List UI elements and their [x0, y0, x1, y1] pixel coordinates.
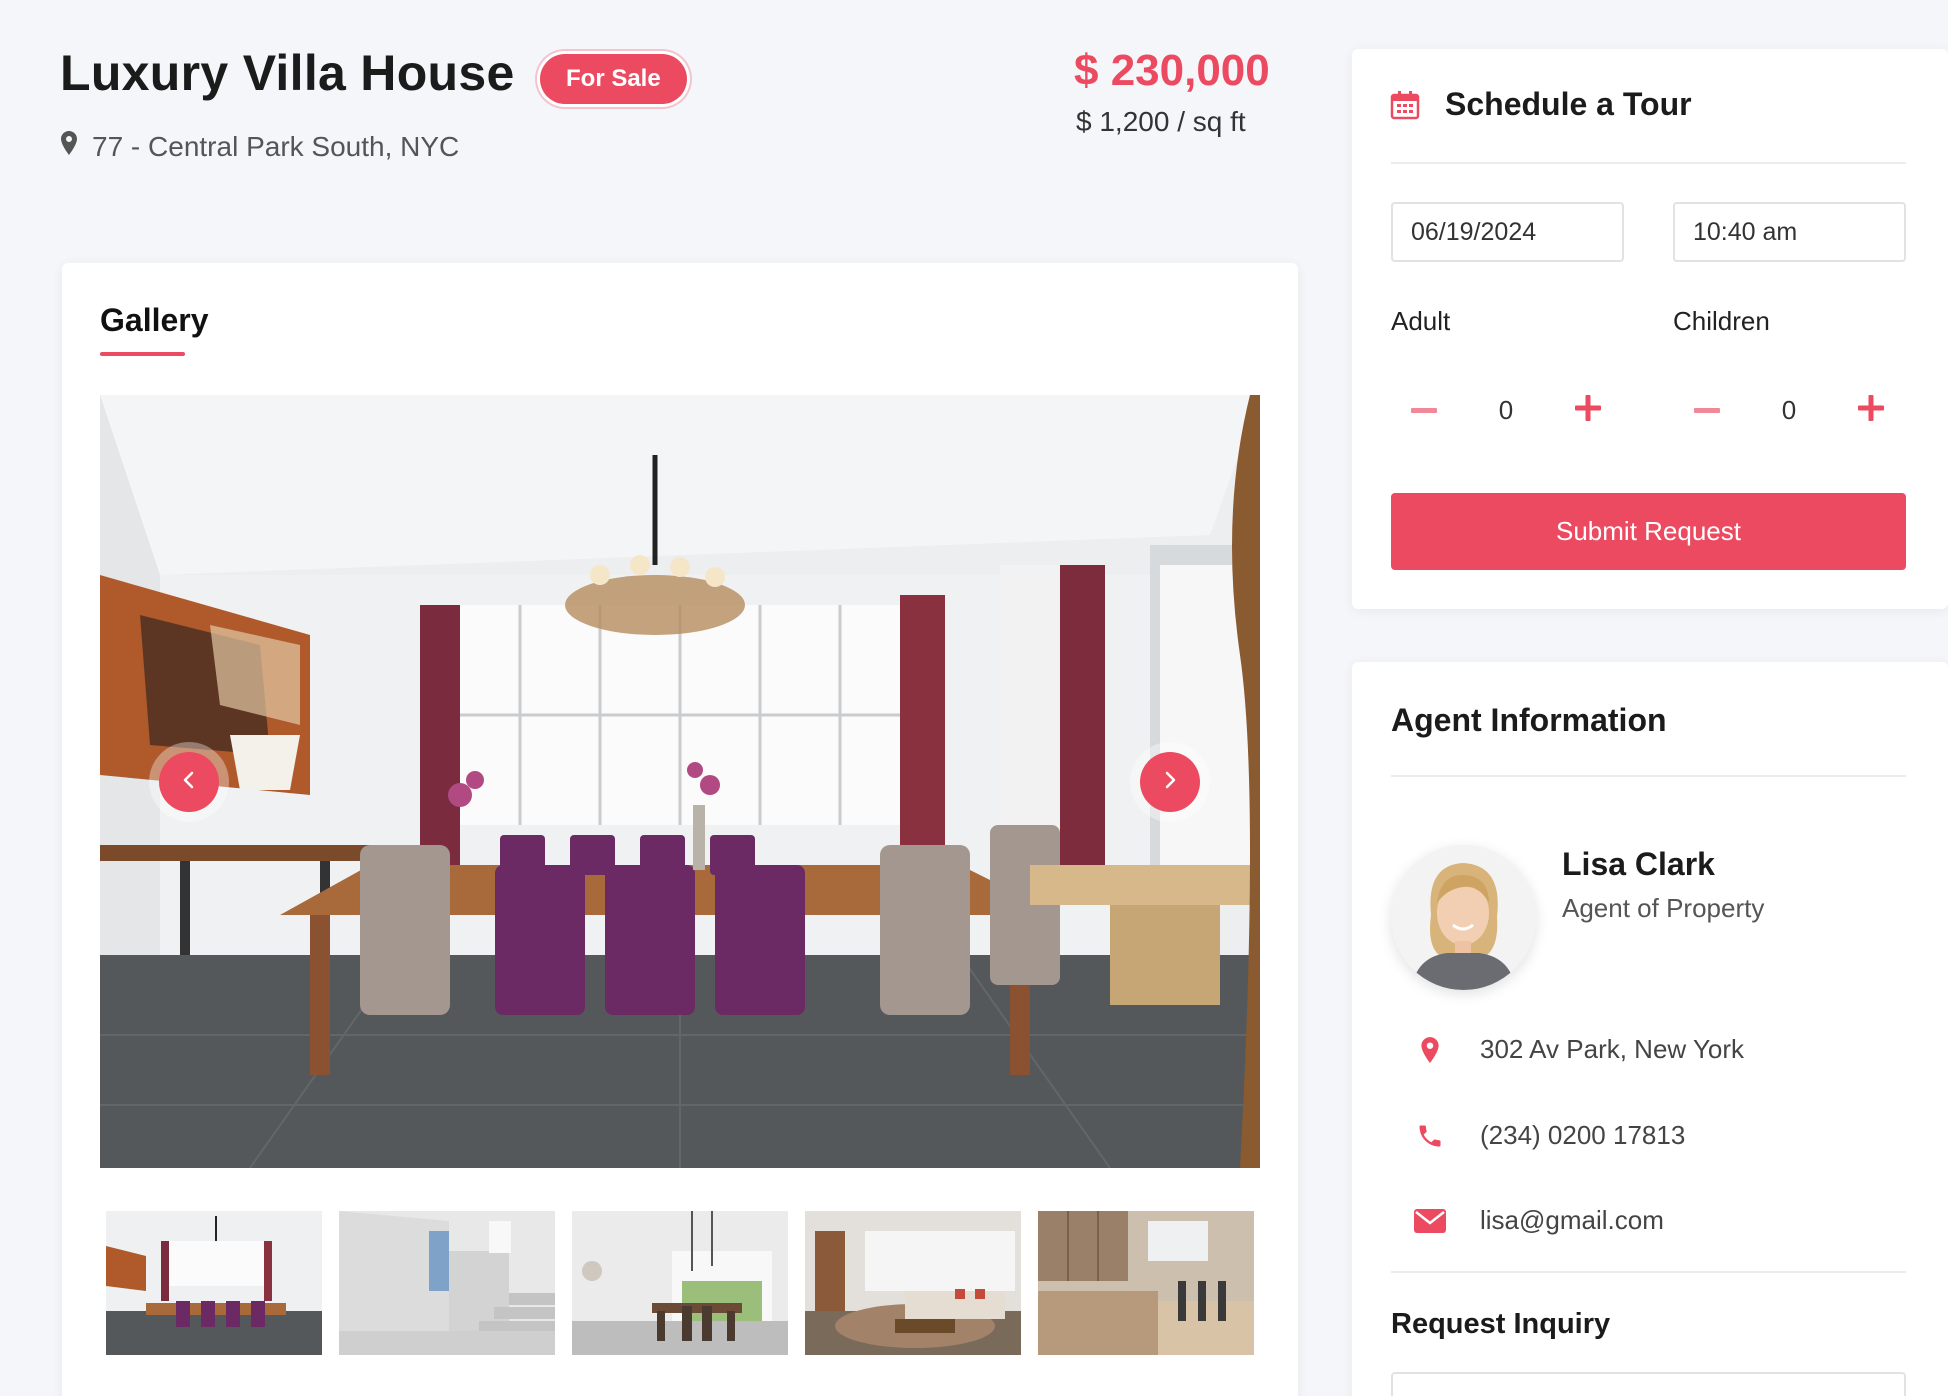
map-pin-icon: [60, 130, 78, 163]
minus-icon: [1411, 401, 1437, 419]
gallery-prev-button[interactable]: [159, 752, 219, 812]
children-decrement-button[interactable]: [1687, 390, 1727, 430]
adult-count: 0: [1498, 394, 1514, 425]
agent-phone[interactable]: (234) 0200 17813: [1480, 1120, 1685, 1151]
tour-date-input[interactable]: [1391, 202, 1624, 262]
minus-icon: [1694, 401, 1720, 419]
agent-bottom-divider: [1391, 1271, 1906, 1273]
agent-information-card: [1352, 662, 1948, 1396]
children-label: Children: [1673, 306, 1770, 336]
agent-role: Agent of Property: [1562, 893, 1765, 923]
property-address-text: 77 - Central Park South, NYC: [92, 130, 460, 162]
children-count: 0: [1781, 394, 1797, 425]
agent-email-row: lisa@gmail.com: [1408, 1205, 1664, 1236]
agent-address: 302 Av Park, New York: [1480, 1034, 1745, 1064]
inquiry-name-input[interactable]: [1391, 1372, 1906, 1396]
adult-increment-button[interactable]: [1568, 390, 1608, 430]
schedule-tour-title: Schedule a Tour: [1445, 86, 1692, 122]
agent-information-title: Agent Information: [1391, 702, 1667, 738]
agent-name: Lisa Clark: [1562, 846, 1715, 882]
agent-email[interactable]: lisa@gmail.com: [1480, 1205, 1664, 1236]
adult-stepper: 0: [1404, 390, 1608, 430]
adult-decrement-button[interactable]: [1404, 390, 1444, 430]
gallery-title: Gallery: [100, 302, 209, 338]
agent-avatar: [1391, 845, 1536, 990]
gallery-title-underline: [100, 352, 185, 356]
property-price: $ 230,000: [1074, 46, 1270, 95]
request-inquiry-title: Request Inquiry: [1391, 1308, 1611, 1340]
gallery-thumbnail-4[interactable]: [805, 1211, 1021, 1355]
property-title: Luxury Villa House: [60, 45, 515, 101]
gallery-thumbnail-2[interactable]: [339, 1211, 555, 1355]
price-per-sqft: $ 1,200 / sq ft: [1076, 106, 1246, 137]
adult-label: Adult: [1391, 306, 1451, 336]
phone-icon: [1408, 1122, 1452, 1150]
gallery-thumbnail-1[interactable]: [106, 1211, 322, 1355]
children-increment-button[interactable]: [1851, 390, 1891, 430]
envelope-icon: [1408, 1208, 1452, 1233]
gallery-next-button[interactable]: [1140, 752, 1200, 812]
plus-icon: [1858, 394, 1884, 426]
status-badge: For Sale: [540, 54, 687, 104]
schedule-divider: [1391, 162, 1906, 164]
agent-address-row: 302 Av Park, New York: [1408, 1034, 1744, 1065]
calendar-icon: [1390, 90, 1420, 125]
gallery-thumbnail-3[interactable]: [572, 1211, 788, 1355]
gallery-thumbnail-5[interactable]: [1038, 1211, 1254, 1355]
children-stepper: 0: [1687, 390, 1891, 430]
plus-icon: [1575, 394, 1601, 426]
chevron-left-icon: [179, 770, 199, 795]
tour-time-input[interactable]: [1673, 202, 1906, 262]
gallery-main-photo[interactable]: [100, 395, 1260, 1168]
map-pin-icon: [1408, 1036, 1452, 1064]
property-address: 77 - Central Park South, NYC: [60, 130, 459, 163]
agent-divider: [1391, 775, 1906, 777]
chevron-right-icon: [1160, 770, 1180, 795]
agent-phone-row: (234) 0200 17813: [1408, 1120, 1685, 1151]
submit-request-button[interactable]: Submit Request: [1391, 493, 1906, 570]
